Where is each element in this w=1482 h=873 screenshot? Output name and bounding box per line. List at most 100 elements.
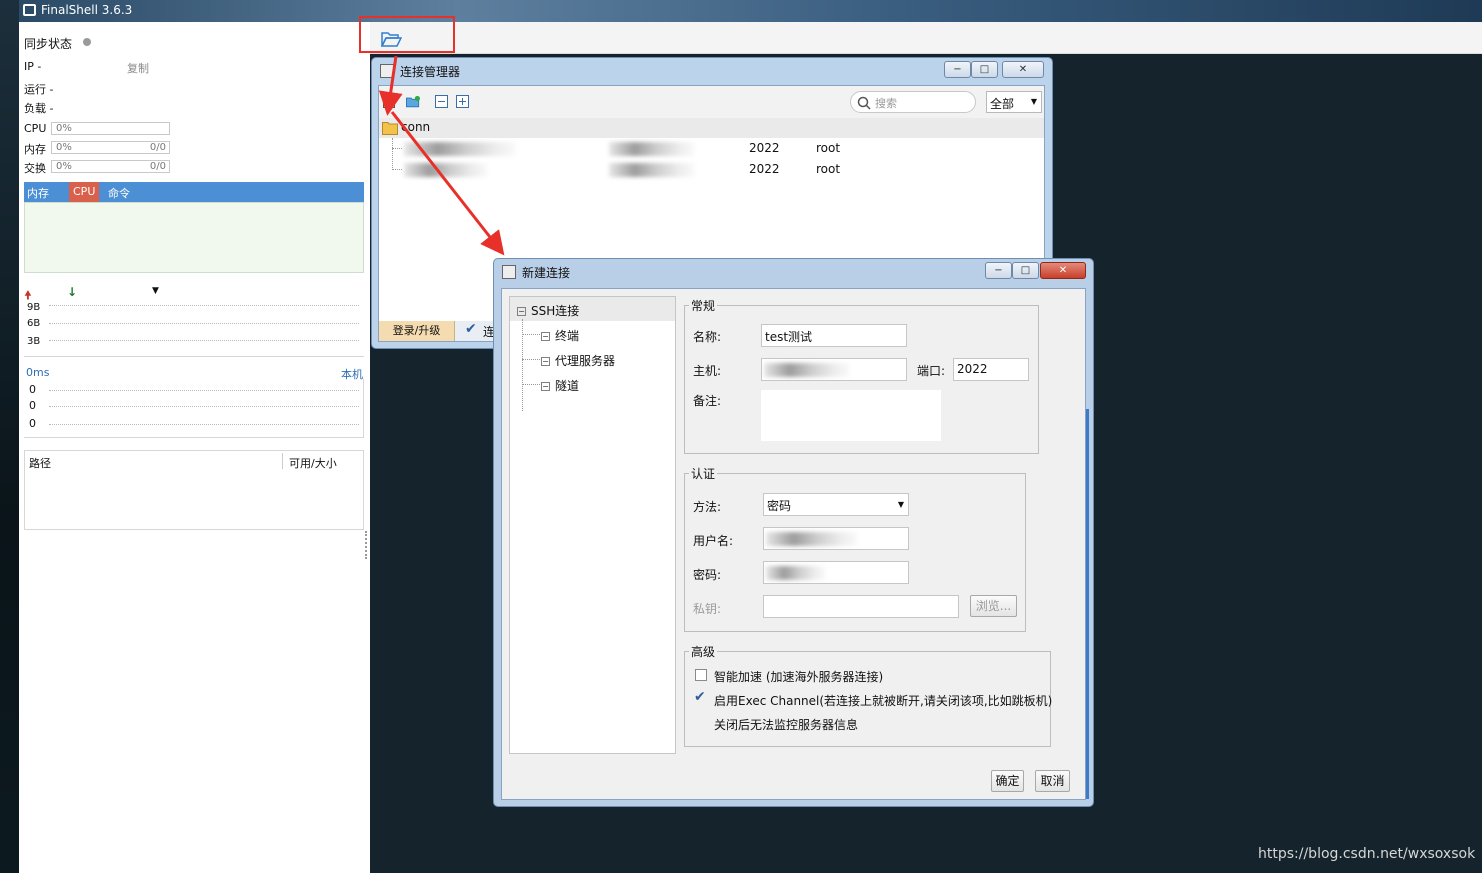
exec-channel-checkbox[interactable]: ✔ [694,689,706,705]
panel-resize-handle[interactable] [365,531,368,559]
collapse-all-icon[interactable] [435,95,449,108]
swap-usage-ratio: 0/0 [149,161,166,172]
mem-usage-value: 0% [56,142,72,153]
smart-accel-checkbox[interactable] [695,669,707,681]
exec-channel-label: 启用Exec Channel(若连接上就被断开,请关闭该项,比如跳板机) [714,694,1053,708]
advanced-group: 高级 智能加速 (加速海外服务器连接) ✔ 启用Exec Channel(若连接… [684,643,1053,747]
redacted-password [766,566,826,580]
net-tick: 6B [27,318,41,329]
general-legend: 常规 [689,297,718,314]
swap-usage-value: 0% [56,161,72,172]
minimize-button[interactable]: − [985,262,1012,279]
browse-button: 浏览... [970,595,1017,617]
collapse-icon[interactable]: − [541,382,550,391]
collapse-icon[interactable]: − [517,307,526,316]
advanced-legend: 高级 [689,643,718,660]
connection-port: 2022 [749,162,780,176]
close-button[interactable]: ✕ [1002,61,1044,78]
ping-tick: 0 [29,399,36,412]
connection-manager-toolbar: 搜索 全部 ▼ [379,86,1044,118]
new-connection-title: 新建连接 [522,266,571,280]
swap-usage-bar: 0% 0/0 [51,160,170,173]
smart-accel-label: 智能加速 (加速海外服务器连接) [714,670,884,684]
private-key-label: 私钥: [693,602,722,616]
net-tick: 3B [27,336,41,347]
ip-label: IP - [24,60,42,73]
redacted-name [404,163,488,177]
ping-tick: 0 [29,417,36,430]
username-input[interactable] [763,527,909,550]
method-label: 方法: [693,500,722,514]
tab-process-command[interactable]: 命令 [108,185,130,201]
maximize-button[interactable]: □ [971,61,998,78]
app-title: FinalShell 3.6.3 [41,3,133,17]
host-label: 主机: [693,364,722,378]
close-button[interactable]: ✕ [1040,262,1086,279]
network-graph [24,297,364,357]
interface-dropdown-icon[interactable]: ▼ [152,286,159,296]
swap-label: 交换 [24,162,46,175]
new-folder-icon[interactable] [406,95,420,108]
connection-user: root [816,162,841,176]
connection-filter-select[interactable]: 全部 ▼ [986,91,1042,113]
dialog-edge [1086,409,1089,799]
disk-size-header: 可用/大小 [289,457,337,470]
exec-channel-note: 关闭后无法监控服务器信息 [714,718,859,732]
redacted-name [404,142,516,156]
note-textarea[interactable] [761,390,941,441]
copy-ip-link[interactable]: 复制 [127,60,149,76]
port-input[interactable]: 2022 [953,358,1029,381]
tree-item-proxy[interactable]: − 代理服务器 [541,352,615,369]
maximize-button[interactable]: □ [1012,262,1039,279]
checkmark-icon[interactable]: ✔ [465,321,477,337]
cancel-button[interactable]: 取消 [1035,770,1070,792]
main-titlebar[interactable]: FinalShell 3.6.3 [19,0,1482,22]
host-input[interactable] [761,358,907,381]
collapse-icon[interactable]: − [541,332,550,341]
password-input[interactable] [763,561,909,584]
connection-row[interactable]: 2022 root [379,139,1044,159]
tree-item-tunnel[interactable]: − 隧道 [541,377,579,394]
sync-status-label: 同步状态 [24,37,73,51]
new-connection-body: − SSH连接 − 终端 − 代理服务器 − 隧道 常规 名称: test测试 主机: … [501,288,1086,800]
cpu-usage-value: 0% [56,123,72,134]
main-toolbar [370,22,1482,54]
connection-row[interactable]: 2022 root [379,160,1044,180]
sync-status-dot-icon [83,38,91,46]
redacted-host [609,163,695,177]
mem-usage-ratio: 0/0 [149,142,166,153]
mem-usage-bar: 0% 0/0 [51,141,170,154]
auth-legend: 认证 [689,465,718,482]
cpu-usage-bar: 0% [51,122,170,135]
auth-method-value: 密码 [767,499,792,513]
watermark: https://blog.csdn.net/wxsoxsok [1258,846,1476,862]
expand-all-icon[interactable] [456,95,470,108]
password-label: 密码: [693,568,722,582]
java-window-icon [380,64,394,78]
highlight-box [359,16,455,53]
login-upgrade-tab[interactable]: 登录/升级 [379,321,455,341]
folder-name: conn [401,120,431,134]
tree-item-label: 终端 [555,329,580,343]
tree-item-label: SSH连接 [531,304,580,318]
name-input[interactable]: test测试 [761,324,907,347]
name-label: 名称: [693,330,722,344]
minimize-button[interactable]: − [944,61,971,78]
tab-process-cpu[interactable]: CPU [69,182,100,202]
tree-item-terminal[interactable]: − 终端 [541,327,579,344]
ping-graph [24,379,364,438]
tab-process-mem[interactable]: 内存 [27,185,49,201]
connection-search-input[interactable]: 搜索 [850,91,976,113]
auth-method-select[interactable]: 密码 ▼ [763,493,909,516]
tree-item-label: 代理服务器 [555,354,616,368]
tree-item-ssh[interactable]: − SSH连接 [517,302,579,319]
collapse-icon[interactable]: − [541,357,550,366]
cpu-label: CPU [24,122,47,135]
tree-folder-row[interactable]: conn [379,118,1044,138]
ping-latency: 0ms [26,366,50,379]
java-window-icon [502,265,516,279]
new-connection-icon[interactable] [383,95,397,108]
ok-button[interactable]: 确定 [991,770,1024,792]
process-table-header: 内存 CPU 命令 [24,182,364,202]
general-group: 常规 名称: test测试 主机: 端口: 2022 备注: [684,297,1039,454]
